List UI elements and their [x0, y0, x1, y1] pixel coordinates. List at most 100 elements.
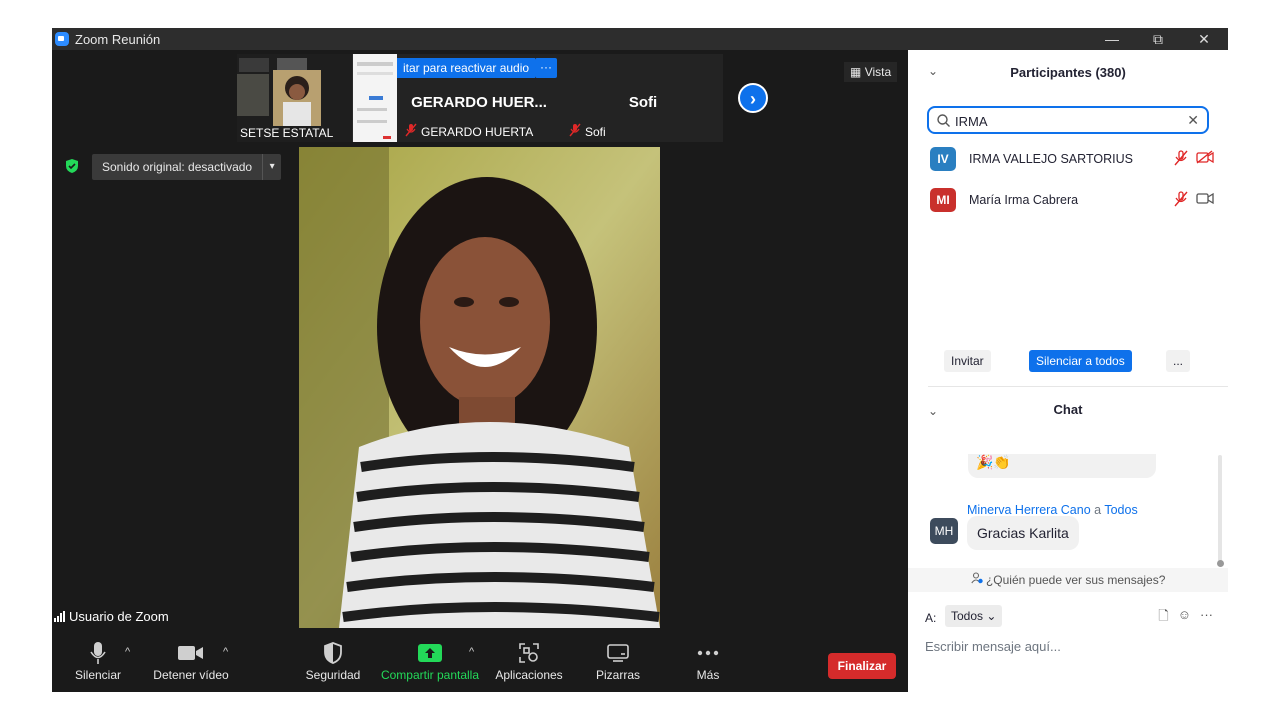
video-options-chevron[interactable]: ^: [223, 646, 228, 658]
thumbnail-title: Sofi: [628, 94, 658, 111]
whiteboards-label: Pizarras: [595, 668, 640, 682]
thumbnail-label: Sofi: [569, 123, 606, 140]
panel-divider: [928, 386, 1228, 387]
sender-name[interactable]: Minerva Herrera Cano: [967, 503, 1091, 517]
emoji-icon[interactable]: ☺: [1178, 607, 1191, 629]
active-speaker-label: Usuario de Zoom: [52, 606, 175, 627]
active-speaker-video: [299, 147, 660, 628]
participant-row[interactable]: IV IRMA VALLEJO SARTORIUS: [930, 145, 1220, 173]
mute-all-button[interactable]: Silenciar a todos: [1029, 350, 1132, 372]
restore-button[interactable]: ⧉: [1135, 28, 1181, 50]
mic-muted-icon: [1174, 150, 1188, 171]
grid-icon: ▦: [850, 65, 862, 79]
message-sender: Minerva Herrera Cano a Todos: [967, 503, 1138, 517]
thumbnail-setse[interactable]: SETSE ESTATAL: [237, 54, 397, 142]
view-button-label: Vista: [864, 65, 892, 79]
unmute-banner[interactable]: itar para reactivar audio: [397, 58, 536, 78]
original-sound-caret[interactable]: ▾: [262, 154, 281, 180]
video-camera-icon: [152, 638, 230, 668]
participant-status-icons: [1174, 191, 1214, 212]
speaker-video-image: [299, 147, 660, 628]
avatar: MI: [930, 188, 956, 212]
share-screen-label: Compartir pantalla: [380, 668, 480, 682]
shield-check-icon: [64, 158, 80, 174]
avatar: MH: [930, 518, 958, 544]
share-screen-button[interactable]: Compartir pantalla: [378, 638, 482, 682]
stop-video-button[interactable]: Detener vídeo: [152, 638, 230, 682]
participants-more-button[interactable]: ...: [1166, 350, 1191, 372]
chat-title: Chat: [1053, 402, 1083, 417]
mute-options-chevron[interactable]: ^: [125, 646, 130, 658]
stop-video-label: Detener vídeo: [153, 668, 229, 682]
participant-row[interactable]: MI María Irma Cabrera: [930, 186, 1220, 214]
signal-bars-icon: [54, 611, 65, 622]
recipient-select[interactable]: Todos ⌄: [945, 605, 1003, 627]
gallery-strip: SETSE ESTATAL GERARDO HUER... GERARDO HU…: [237, 54, 723, 142]
active-speaker-name: Usuario de Zoom: [69, 609, 169, 624]
thumbnail-label-text: Sofi: [585, 124, 606, 139]
invite-button[interactable]: Invitar: [944, 350, 991, 372]
more-label: Más: [696, 668, 720, 682]
whiteboard-icon: [588, 638, 648, 668]
original-sound-button[interactable]: Sonido original: desactivado ▾: [92, 154, 282, 180]
chat-more-icon[interactable]: ···: [1200, 607, 1213, 629]
chat-tools: 🗋 ☺ ···: [1158, 607, 1213, 629]
mute-button[interactable]: Silenciar: [72, 638, 124, 682]
more-button[interactable]: Más: [682, 638, 734, 682]
microphone-icon: [72, 638, 124, 668]
end-meeting-button[interactable]: Finalizar: [828, 653, 896, 679]
who-can-see-messages[interactable]: ¿Quién puede ver sus mensajes?: [908, 568, 1228, 592]
thumbnail-label-text: GERARDO HUERTA: [421, 124, 534, 139]
original-sound-label: Sonido original: desactivado: [102, 160, 253, 174]
mic-muted-icon: [405, 123, 417, 140]
recipient-label: A:: [925, 611, 937, 625]
chat-scroll-thumb[interactable]: [1217, 560, 1224, 567]
participant-name: María Irma Cabrera: [969, 193, 1079, 207]
participant-search[interactable]: ✕: [927, 106, 1209, 134]
security-label: Seguridad: [305, 668, 361, 682]
chat-header: ⌄ Chat: [908, 392, 1228, 422]
avatar: IV: [930, 147, 956, 171]
close-button[interactable]: ✕: [1181, 28, 1227, 50]
file-icon[interactable]: 🗋: [1158, 607, 1168, 629]
meeting-toolbar: Silenciar ^ Detener vídeo ^ Seguridad Co…: [52, 632, 908, 692]
minimize-button[interactable]: —: [1089, 28, 1135, 50]
video-camera-icon: [1196, 191, 1214, 212]
view-button[interactable]: ▦ Vista: [844, 62, 898, 82]
participants-title: Participantes (380): [1010, 65, 1126, 80]
mic-muted-icon: [1174, 191, 1188, 212]
sender-to-word: a: [1094, 503, 1102, 517]
video-off-icon: [1196, 150, 1214, 171]
recipient-row: A: Todos ⌄ 🗋 ☺ ···: [925, 605, 1225, 631]
person-icon: [970, 572, 986, 587]
apps-button[interactable]: Aplicaciones: [492, 638, 566, 682]
zoom-logo-icon: [55, 32, 69, 46]
share-screen-icon: [378, 638, 482, 668]
zoom-window: Zoom Reunión — ⧉ ✕ SETSE ESTATAL GERARDO…: [52, 28, 1228, 692]
mute-label: Silenciar: [74, 668, 122, 682]
chat-message-input[interactable]: [925, 636, 1205, 656]
previous-message-bubble: 🎉👏: [968, 454, 1156, 478]
gallery-next-button[interactable]: ›: [738, 83, 768, 113]
message-recipient[interactable]: Todos: [1104, 503, 1137, 517]
clear-search-icon[interactable]: ✕: [1187, 112, 1199, 129]
participants-actions: Invitar Silenciar a todos ...: [908, 350, 1228, 374]
mic-muted-icon: [569, 123, 581, 140]
thumbnail-sofi[interactable]: Sofi Sofi: [563, 54, 723, 142]
message-bubble: Gracias Karlita: [967, 516, 1079, 550]
thumbnail-title: GERARDO HUER...: [411, 94, 547, 111]
thumbnail-name: SETSE ESTATAL: [240, 126, 334, 140]
security-shield-icon: [302, 638, 364, 668]
share-options-chevron[interactable]: ^: [469, 646, 474, 658]
participant-name: IRMA VALLEJO SARTORIUS: [969, 152, 1133, 166]
whiteboards-button[interactable]: Pizarras: [588, 638, 648, 682]
apps-icon: [492, 638, 566, 668]
thumbnail-more-button[interactable]: ···: [535, 58, 557, 78]
participant-search-input[interactable]: [955, 112, 1185, 130]
video-area: SETSE ESTATAL GERARDO HUER... GERARDO HU…: [52, 50, 908, 632]
participants-header: ⌄ Participantes (380): [908, 50, 1228, 94]
title-bar: Zoom Reunión — ⧉ ✕: [52, 28, 1228, 50]
search-icon: [937, 114, 950, 132]
chat-scrollbar[interactable]: [1218, 455, 1222, 565]
security-button[interactable]: Seguridad: [302, 638, 364, 682]
